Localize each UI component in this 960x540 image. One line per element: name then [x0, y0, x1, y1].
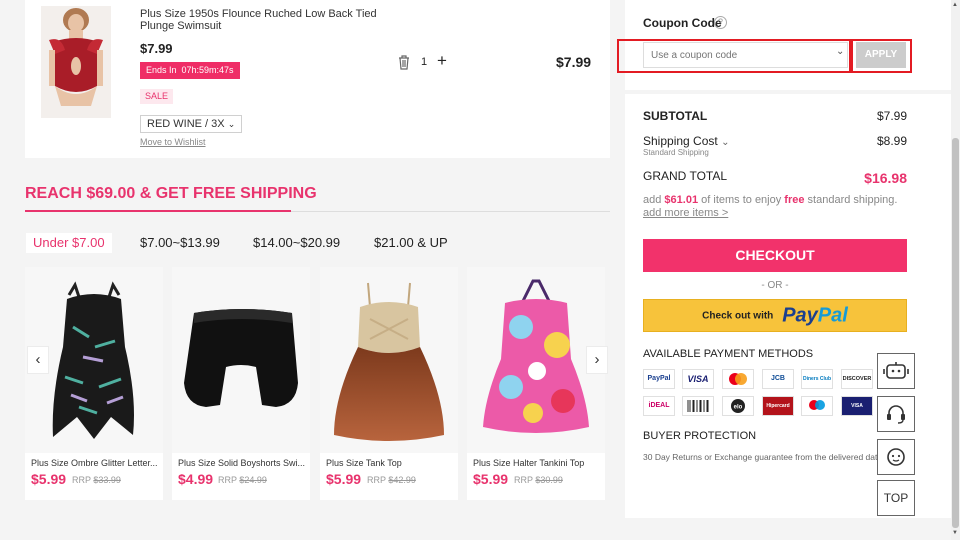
feedback-button[interactable]: [877, 439, 915, 475]
tab-14-to-20[interactable]: $14.00~$20.99: [253, 233, 340, 253]
product-rrp: RRP $42.99: [367, 475, 416, 485]
free-shipping-promo-title: REACH $69.00 & GET FREE SHIPPING: [25, 185, 317, 202]
grand-total-label: GRAND TOTAL: [643, 169, 728, 183]
cart-item: Plus Size 1950s Flounce Ruched Low Back …: [25, 0, 610, 158]
sale-badge: SALE: [140, 89, 174, 104]
maestro-icon: [801, 396, 833, 416]
product-price: $4.99: [178, 471, 214, 487]
svg-text:elo: elo: [734, 405, 743, 411]
trash-icon[interactable]: [397, 54, 411, 70]
move-to-wishlist-link[interactable]: Move to Wishlist: [140, 137, 206, 147]
hipercard-icon: Hipercard: [762, 396, 794, 416]
shipping-cost-value: $8.99: [876, 134, 907, 148]
jcb-icon: JCB: [762, 369, 794, 389]
elo-icon: elo: [722, 396, 754, 416]
quantity-value[interactable]: 1: [421, 56, 427, 68]
ideal-icon: iDEAL: [643, 396, 675, 416]
product-price: $5.99: [31, 471, 67, 487]
boleto-icon: [682, 396, 714, 416]
product-name[interactable]: Plus Size Halter Tankini Top: [473, 458, 601, 468]
product-card[interactable]: Plus Size Tank Top $5.99 RRP $42.99: [320, 267, 458, 500]
product-rrp: RRP $33.99: [72, 475, 121, 485]
smiley-icon: [887, 448, 905, 466]
plus-icon[interactable]: +: [437, 51, 447, 71]
visa-icon: VISA: [682, 369, 714, 389]
subtotal-label: SUBTOTAL: [643, 109, 708, 123]
carousel-next-button[interactable]: ›: [586, 346, 608, 374]
shipping-cost-label: Shipping Cost: [643, 134, 718, 148]
shipping-cost-toggle[interactable]: Shipping Cost ⌄: [643, 134, 729, 148]
variant-label: RED WINE / 3X: [147, 118, 225, 130]
scroll-up-arrow-icon[interactable]: ▲: [952, 2, 958, 8]
chatbot-button[interactable]: [877, 353, 915, 389]
product-name[interactable]: Plus Size Tank Top: [326, 458, 454, 468]
cart-item-total: $7.99: [556, 54, 592, 70]
subtotal-value: $7.99: [876, 109, 907, 123]
promo-divider-active: [25, 210, 291, 212]
product-image[interactable]: [172, 267, 310, 453]
chevron-right-icon: ›: [594, 351, 600, 368]
or-separator: - OR -: [761, 280, 789, 291]
chevron-down-icon[interactable]: ⌄: [836, 46, 844, 57]
product-image[interactable]: [320, 267, 458, 453]
product-card[interactable]: Plus Size Solid Boyshorts Swi... $4.99 R…: [172, 267, 310, 500]
diners-club-icon: Diners Club: [801, 369, 833, 389]
cart-item-price: $7.99: [140, 41, 173, 56]
product-image[interactable]: [467, 267, 605, 453]
product-card[interactable]: Plus Size Halter Tankini Top $5.99 RRP $…: [467, 267, 605, 500]
discover-icon: DISCOVER: [841, 369, 873, 389]
scroll-down-arrow-icon[interactable]: ▼: [952, 530, 958, 536]
variant-select[interactable]: RED WINE / 3X ⌄: [140, 115, 243, 133]
paypal-logo: PayPal: [782, 304, 848, 327]
product-price: $5.99: [473, 471, 509, 487]
buyer-protection-text: 30 Day Returns or Exchange guarantee fro…: [643, 452, 885, 462]
shipping-method-label: Standard Shipping: [643, 148, 709, 157]
tab-7-to-13[interactable]: $7.00~$13.99: [140, 233, 220, 253]
product-rrp: RRP $30.99: [514, 475, 563, 485]
paypal-icon: PayPal: [643, 369, 675, 389]
summary-divider: [625, 90, 953, 94]
chevron-down-icon: ⌄: [227, 119, 236, 129]
chevron-left-icon: ‹: [35, 351, 41, 368]
add-more-items-link[interactable]: add more items >: [643, 207, 728, 219]
scrollbar-thumb[interactable]: [952, 138, 959, 528]
visa-electron-icon: VISA Electron: [841, 396, 873, 416]
coupon-input[interactable]: [643, 42, 848, 68]
product-thumbnail[interactable]: [41, 6, 111, 118]
coupon-code-label: Coupon Code: [643, 16, 722, 30]
grand-total-value: $16.98: [864, 170, 907, 186]
apply-coupon-button[interactable]: APPLY: [856, 42, 906, 68]
carousel-prev-button[interactable]: ‹: [27, 346, 49, 374]
buyer-protection-title: BUYER PROTECTION: [643, 430, 757, 442]
help-icon[interactable]: ?: [714, 16, 727, 29]
countdown-badge: Ends In 07h:59m:47s: [140, 62, 240, 79]
free-shipping-hint: add $61.01 of items to enjoy free standa…: [643, 194, 898, 206]
tab-21-and-up[interactable]: $21.00 & UP: [374, 233, 448, 253]
customer-service-button[interactable]: [877, 396, 915, 432]
headset-icon: [887, 405, 905, 424]
chevron-down-icon: ⌄: [721, 137, 730, 148]
paypal-checkout-button[interactable]: Check out with PayPal: [643, 299, 907, 332]
product-name[interactable]: Plus Size Solid Boyshorts Swi...: [178, 458, 306, 468]
product-card[interactable]: Plus Size Ombre Glitter Letter... $5.99 …: [25, 267, 163, 500]
cart-item-name[interactable]: Plus Size 1950s Flounce Ruched Low Back …: [140, 8, 385, 32]
back-to-top-button[interactable]: TOP: [877, 480, 915, 516]
robot-icon: [883, 362, 909, 379]
payment-methods-title: AVAILABLE PAYMENT METHODS: [643, 348, 814, 360]
tab-under-7[interactable]: Under $7.00: [26, 233, 112, 253]
product-name[interactable]: Plus Size Ombre Glitter Letter...: [31, 458, 159, 468]
mastercard-icon: [722, 369, 754, 389]
product-price: $5.99: [326, 471, 362, 487]
product-rrp: RRP $24.99: [218, 475, 267, 485]
checkout-button[interactable]: CHECKOUT: [643, 239, 907, 272]
